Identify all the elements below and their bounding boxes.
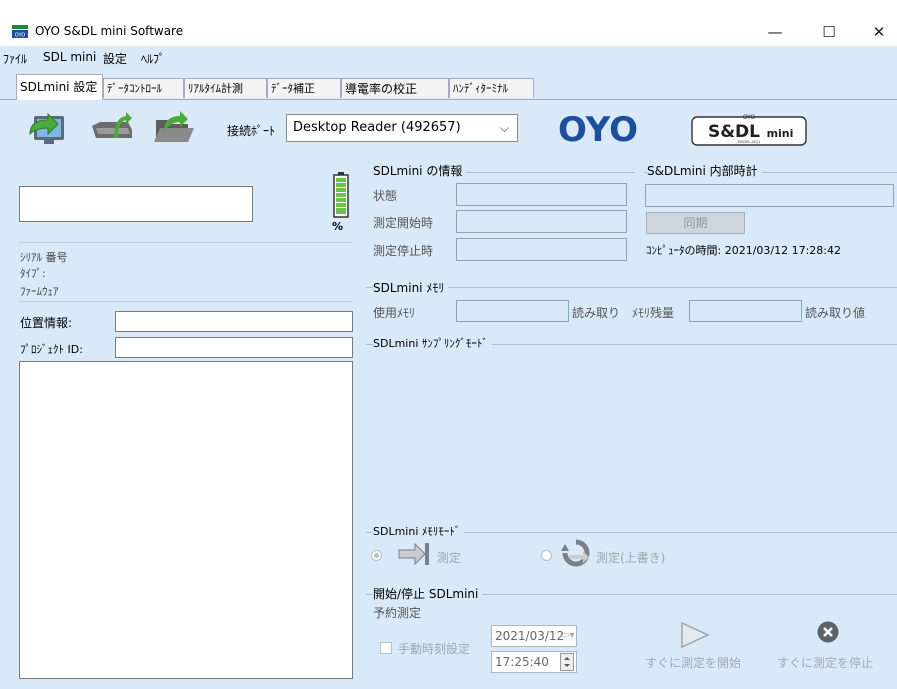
send-settings-icon[interactable] — [26, 108, 72, 150]
firmware-label: ﾌｧｰﾑｳｪｱ — [20, 285, 59, 298]
remaining-memory-label: ﾒﾓﾘ残量 — [632, 306, 675, 320]
menu-bar — [0, 46, 897, 68]
project-id-label: ﾌﾟﾛｼﾞｪｸﾄ ID: — [20, 343, 83, 356]
location-input[interactable] — [115, 311, 353, 332]
play-icon[interactable] — [676, 620, 712, 650]
time-value: 17:25:40 — [495, 655, 549, 669]
time-spinner[interactable] — [560, 653, 574, 671]
sync-button[interactable]: 同期 — [646, 212, 745, 234]
tab-handy-terminal[interactable]: ﾊﾝﾃﾞｨﾀｰﾐﾅﾙ — [449, 78, 534, 98]
port-select[interactable]: Desktop Reader (492657) ⌵ — [286, 114, 518, 142]
chevron-down-icon: ⌵ — [499, 121, 509, 135]
type-label: ﾀｲﾌﾟ: — [20, 267, 46, 280]
separator — [19, 242, 353, 243]
port-select-value: Desktop Reader (492657) — [293, 120, 461, 135]
startstop-group-title: 開始/停止 SDLmini — [373, 585, 483, 602]
open-folder-icon[interactable] — [150, 108, 196, 150]
time-picker[interactable]: 17:25:40 — [491, 651, 577, 673]
clock-group-title: S&DLmini 内部時計 — [647, 162, 762, 179]
separator — [19, 301, 353, 302]
tab-sdlmini-settings[interactable]: SDLmini 設定 — [16, 74, 103, 100]
svg-text:mini: mini — [767, 127, 794, 140]
status-label: 状態 — [373, 189, 398, 203]
overwrite-icon — [561, 539, 590, 567]
read-value-label: 読み取り値 — [805, 306, 866, 320]
svg-text:OYO: OYO — [15, 33, 25, 39]
date-value: 2021/03/12 — [495, 629, 565, 643]
project-id-input[interactable] — [115, 337, 353, 358]
read-device-icon[interactable] — [88, 108, 134, 150]
device-clock-field — [645, 184, 894, 207]
tab-data-correction[interactable]: ﾃﾞｰﾀ補正 — [267, 78, 341, 98]
info-group-title: SDLmini の情報 — [373, 162, 467, 179]
port-label: 接続ﾎﾟｰﾄ — [227, 124, 276, 138]
oyo-logo: OYO — [558, 111, 638, 145]
maximize-button[interactable]: ☐ — [806, 18, 852, 46]
tab-realtime[interactable]: ﾘｱﾙﾀｲﾑ計測 — [184, 78, 267, 98]
stop-time-field — [456, 238, 627, 261]
memory-mode-group-title: SDLmini ﾒﾓﾘﾓｰﾄﾞ — [373, 523, 465, 539]
menu-settings[interactable]: 設定 — [103, 50, 127, 67]
measure-icon — [398, 542, 429, 566]
device-status-box — [19, 186, 253, 222]
stop-icon[interactable] — [816, 620, 840, 644]
tab-conductivity[interactable]: 導電率の校正 — [341, 78, 449, 98]
start-time-label: 測定開始時 — [373, 216, 434, 230]
memory-mode-measure-label: 測定 — [437, 551, 462, 565]
window-title: OYO S&DL mini Software — [35, 24, 184, 38]
tab-data-control[interactable]: ﾃﾞｰﾀｺﾝﾄﾛｰﾙ — [103, 78, 184, 98]
serial-label: ｼﾘｱﾙ 番号 — [20, 251, 68, 264]
read-label: 読み取り — [572, 306, 621, 320]
memory-group-title: SDLmini ﾒﾓﾘ — [373, 279, 449, 296]
stop-now-button[interactable]: すぐに測定を停止 — [777, 654, 873, 671]
calendar-icon: ▭▾ — [560, 630, 575, 641]
manual-time-checkbox[interactable] — [380, 642, 392, 654]
sampling-group-title: SDLmini ｻﾝﾌﾟﾘﾝｸﾞﾓｰﾄﾞ — [373, 335, 492, 351]
remaining-memory-field — [689, 300, 802, 322]
memory-mode-overwrite-label: 測定(上書き) — [596, 551, 666, 565]
reserve-label: 予約測定 — [373, 606, 422, 620]
used-memory-field — [456, 300, 569, 322]
oyo-logo-text: OYO — [558, 111, 638, 145]
app-icon: OYO — [12, 25, 28, 38]
svg-text:MODEL-4021: MODEL-4021 — [738, 140, 761, 144]
memory-mode-measure-radio[interactable] — [371, 550, 382, 561]
used-memory-label: 使用ﾒﾓﾘ — [373, 306, 416, 320]
menu-sdl-mini[interactable]: SDL mini — [43, 50, 96, 64]
status-field — [456, 183, 627, 206]
manual-time-label: 手動時刻設定 — [398, 642, 471, 656]
memory-mode-overwrite-radio[interactable] — [541, 550, 552, 561]
start-now-button[interactable]: すぐに測定を開始 — [645, 654, 741, 671]
svg-text:S&DL: S&DL — [708, 122, 760, 142]
stop-time-label: 測定停止時 — [373, 244, 434, 258]
sampling-mode-area — [363, 353, 897, 515]
svg-text:OYO: OYO — [743, 114, 756, 121]
location-label: 位置情報: — [20, 316, 73, 330]
sdl-mini-logo: OYO S&DL mini MODEL-4021 — [691, 114, 807, 146]
date-picker[interactable]: 2021/03/12 ▭▾ — [491, 625, 577, 647]
minimize-button[interactable]: — — [752, 18, 798, 46]
battery-percent: % — [332, 220, 344, 233]
menu-help[interactable]: ﾍﾙﾌﾟ — [141, 50, 165, 67]
menu-file[interactable]: ﾌｧｲﾙ — [3, 50, 27, 67]
start-time-field — [456, 210, 627, 233]
notes-area[interactable] — [19, 361, 353, 679]
computer-time: ｺﾝﾋﾟｭｰﾀの時間: 2021/03/12 17:28:42 — [646, 244, 842, 257]
close-button[interactable]: ✕ — [856, 18, 897, 46]
battery-icon — [333, 172, 349, 218]
